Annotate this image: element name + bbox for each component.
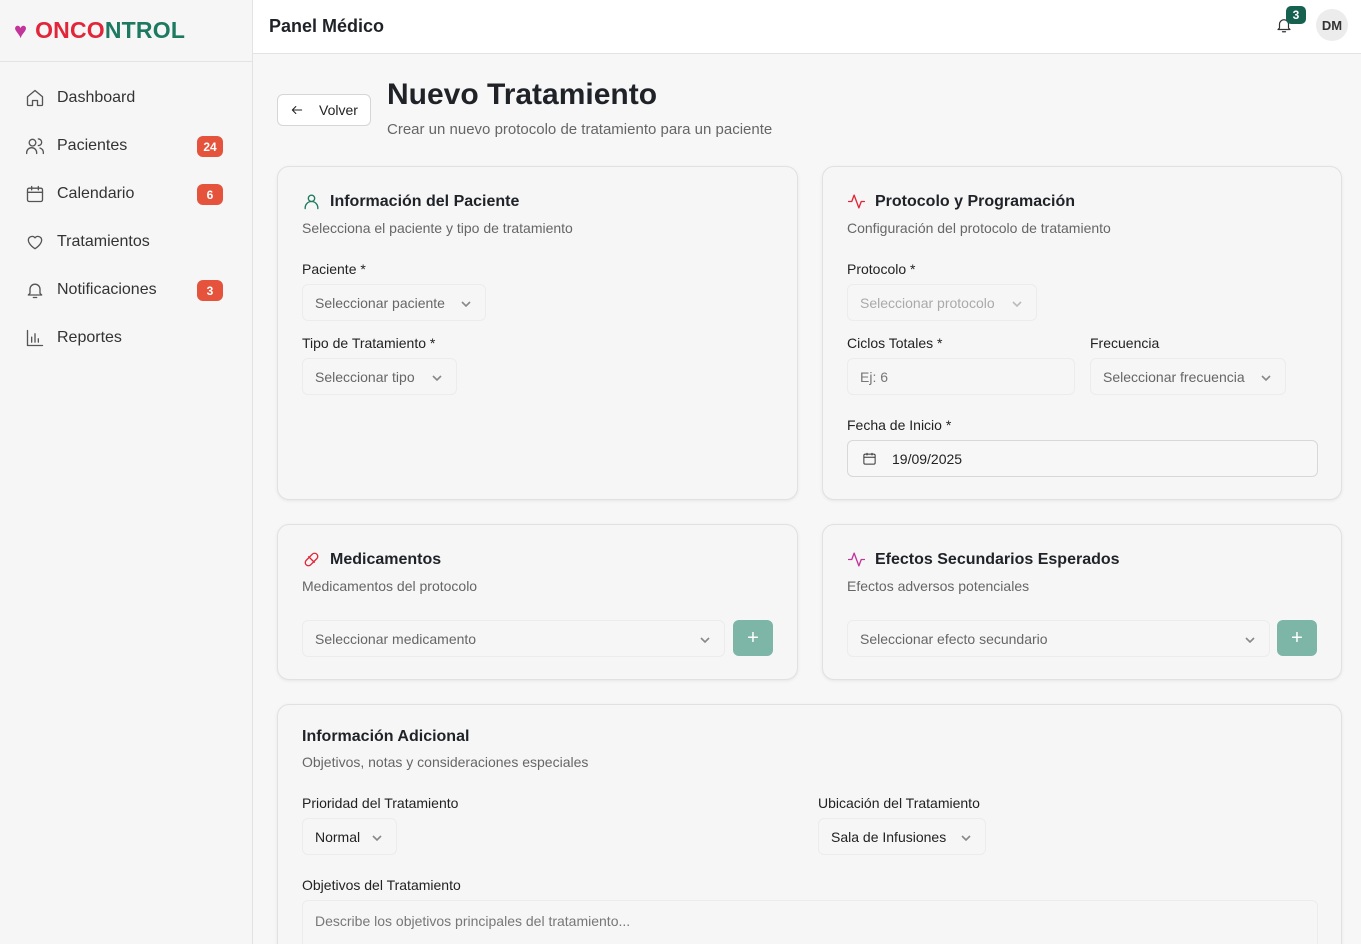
- priority-select[interactable]: Normal: [302, 818, 397, 855]
- sidebar-item-reportes[interactable]: Reportes: [0, 314, 252, 362]
- objectives-textarea[interactable]: Describe los objetivos principales del t…: [302, 900, 1318, 944]
- sidebar-item-pacientes[interactable]: Pacientes 24: [0, 122, 252, 170]
- user-icon: [304, 194, 319, 210]
- sidebar-item-tratamientos[interactable]: Tratamientos: [0, 218, 252, 266]
- activity-icon: [847, 194, 866, 209]
- home-icon: [26, 89, 44, 107]
- back-button[interactable]: Volver: [277, 94, 371, 126]
- sidebar-item-label: Notificaciones: [57, 281, 157, 298]
- card-title: Efectos Secundarios Esperados: [847, 550, 1120, 569]
- frequency-label: Frecuencia: [1090, 335, 1160, 351]
- bell-icon: [27, 283, 43, 299]
- header-title: Panel Médico: [269, 16, 385, 36]
- chevron-down-icon: [700, 635, 710, 645]
- card-subtitle: Configuración del protocolo de tratamien…: [847, 220, 1111, 236]
- sidebar-nav: Dashboard Pacientes 24 Calendario 6 Trat…: [0, 62, 252, 362]
- sidebar-item-label: Pacientes: [57, 137, 128, 154]
- sidebar-item-label: Reportes: [57, 329, 122, 346]
- card-title: Información del Paciente: [302, 192, 519, 211]
- objectives-label: Objetivos del Tratamiento: [302, 877, 461, 893]
- top-header: Panel Médico 3 DM: [253, 0, 1361, 54]
- treatment-type-label: Tipo de Tratamiento *: [302, 335, 436, 351]
- location-select[interactable]: Sala de Infusiones: [818, 818, 986, 855]
- chevron-down-icon: [1012, 299, 1022, 309]
- location-label: Ubicación del Tratamiento: [818, 795, 980, 811]
- chevron-down-icon: [961, 833, 971, 843]
- card-title: Información Adicional: [302, 728, 470, 745]
- notifications-button[interactable]: 3: [1275, 6, 1306, 35]
- users-icon: [26, 138, 44, 155]
- activity-icon: [847, 552, 866, 567]
- start-date-label: Fecha de Inicio *: [847, 417, 952, 433]
- protocol-select[interactable]: Seleccionar protocolo: [847, 284, 1037, 321]
- count-badge: 3: [197, 280, 223, 301]
- side-effect-select[interactable]: Seleccionar efecto secundario: [847, 620, 1270, 657]
- card-subtitle: Efectos adversos potenciales: [847, 578, 1030, 594]
- back-button-label: Volver: [319, 102, 358, 118]
- cycles-label: Ciclos Totales *: [847, 335, 943, 351]
- sidebar-item-notificaciones[interactable]: Notificaciones 3: [0, 266, 252, 314]
- page-subtitle: Crear un nuevo protocolo de tratamiento …: [387, 121, 773, 138]
- protocol-card: Protocolo y Programación Configuración d…: [822, 166, 1342, 500]
- sidebar-item-label: Tratamientos: [57, 233, 150, 250]
- protocol-label: Protocolo *: [847, 261, 916, 277]
- patient-info-card: Información del Paciente Selecciona el p…: [277, 166, 798, 500]
- count-badge: 24: [197, 136, 223, 157]
- heart-icon: [27, 235, 43, 250]
- sidebar-item-dashboard[interactable]: Dashboard: [0, 74, 252, 122]
- priority-label: Prioridad del Tratamiento: [302, 795, 459, 811]
- cycles-input[interactable]: Ej: 6: [847, 358, 1075, 395]
- add-side-effect-button[interactable]: +: [1277, 620, 1317, 656]
- pill-icon: [304, 552, 319, 567]
- arrow-left-icon: [291, 105, 303, 115]
- add-medication-button[interactable]: +: [733, 620, 773, 656]
- card-subtitle: Selecciona el paciente y tipo de tratami…: [302, 220, 573, 236]
- start-date-input[interactable]: 19/09/2025: [847, 440, 1318, 477]
- count-badge: 6: [197, 184, 223, 205]
- calendar-icon: [26, 185, 44, 203]
- chevron-down-icon: [1245, 635, 1255, 645]
- medications-card: Medicamentos Medicamentos del protocolo …: [277, 524, 798, 680]
- frequency-select[interactable]: Seleccionar frecuencia: [1090, 358, 1286, 395]
- card-subtitle: Objetivos, notas y consideraciones espec…: [302, 754, 589, 770]
- sidebar-item-label: Calendario: [57, 185, 135, 202]
- chevron-down-icon: [461, 299, 471, 309]
- chevron-down-icon: [432, 373, 442, 383]
- card-title: Medicamentos: [302, 550, 441, 569]
- medication-select[interactable]: Seleccionar medicamento: [302, 620, 725, 657]
- app-logo[interactable]: ♥ ONCONTROL: [0, 0, 252, 62]
- notification-count-badge: 3: [1286, 6, 1306, 24]
- sidebar-item-label: Dashboard: [57, 89, 136, 106]
- brand-name: ONCONTROL: [35, 17, 186, 43]
- additional-info-card: Información Adicional Objetivos, notas y…: [277, 704, 1342, 944]
- page-title: Nuevo Tratamiento: [387, 78, 658, 111]
- side-effects-card: Efectos Secundarios Esperados Efectos ad…: [822, 524, 1342, 680]
- sidebar: ♥ ONCONTROL Dashboard Pacientes 24 Calen…: [0, 0, 253, 944]
- patient-select[interactable]: Seleccionar paciente: [302, 284, 486, 321]
- treatment-type-select[interactable]: Seleccionar tipo: [302, 358, 457, 395]
- sidebar-item-calendario[interactable]: Calendario 6: [0, 170, 252, 218]
- user-avatar[interactable]: DM: [1316, 9, 1348, 41]
- chevron-down-icon: [372, 833, 382, 843]
- card-subtitle: Medicamentos del protocolo: [302, 578, 478, 594]
- heart-logo-icon: ♥: [14, 17, 28, 43]
- patient-label: Paciente *: [302, 261, 366, 277]
- calendar-icon: [863, 452, 876, 465]
- card-title: Protocolo y Programación: [847, 192, 1075, 211]
- chevron-down-icon: [1261, 373, 1271, 383]
- bar-chart-icon: [26, 329, 44, 347]
